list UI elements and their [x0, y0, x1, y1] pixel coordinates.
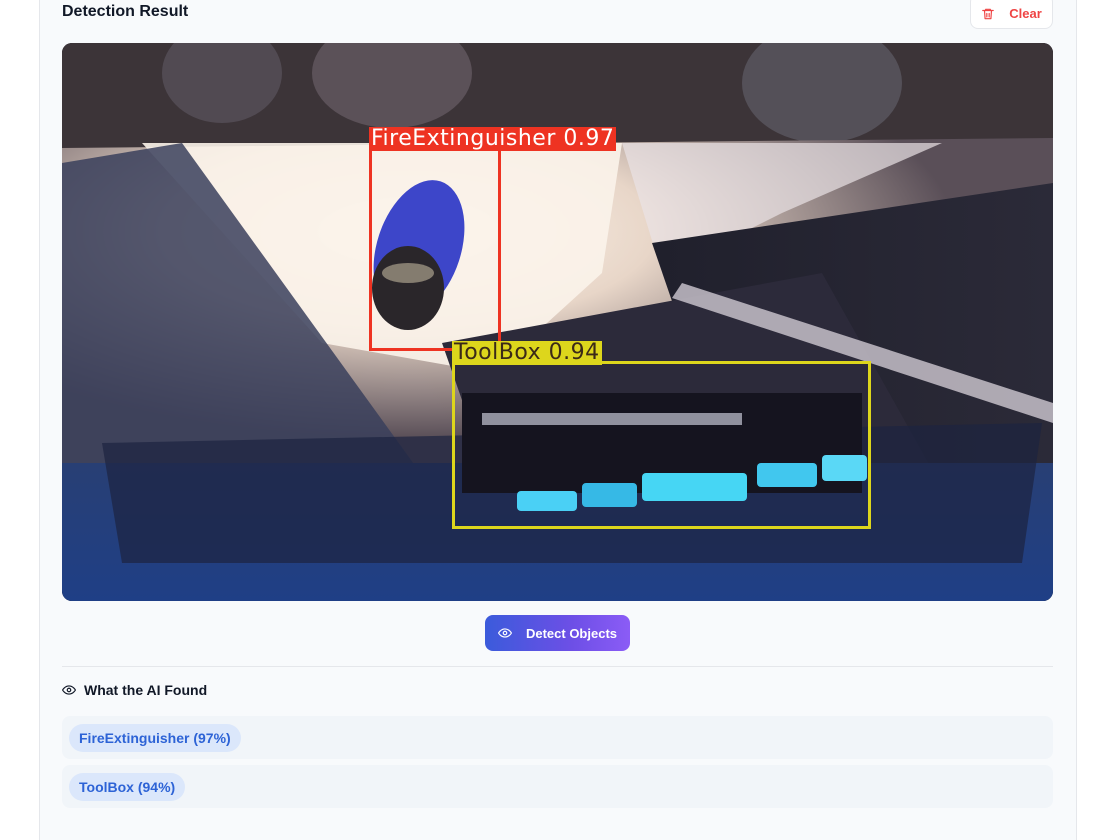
detect-objects-button[interactable]: Detect Objects [485, 615, 630, 651]
results-heading: What the AI Found [62, 682, 207, 698]
trash-icon [982, 8, 995, 19]
detection-box-toolbox [452, 361, 871, 529]
result-badge: FireExtinguisher (97%) [69, 723, 241, 752]
page-title: Detection Result [62, 3, 189, 20]
detection-label-fireextinguisher: FireExtinguisher 0.97 [369, 126, 617, 151]
detection-box-fireextinguisher [369, 146, 501, 351]
result-row: FireExtinguisher (97%) [62, 716, 1053, 759]
detection-image: FireExtinguisher 0.97 ToolBox 0.94 [62, 43, 1053, 601]
result-row: ToolBox (94%) [62, 765, 1053, 808]
eye-icon [62, 685, 76, 695]
detect-objects-label: Detect Objects [525, 625, 618, 641]
result-badge: ToolBox (94%) [69, 772, 186, 801]
eye-icon [497, 628, 512, 638]
detection-label-toolbox: ToolBox 0.94 [452, 340, 602, 365]
clear-button[interactable]: Clear [970, 0, 1053, 29]
section-divider [62, 666, 1053, 667]
results-heading-label: What the AI Found [84, 682, 208, 698]
clear-button-label: Clear [1009, 6, 1042, 21]
